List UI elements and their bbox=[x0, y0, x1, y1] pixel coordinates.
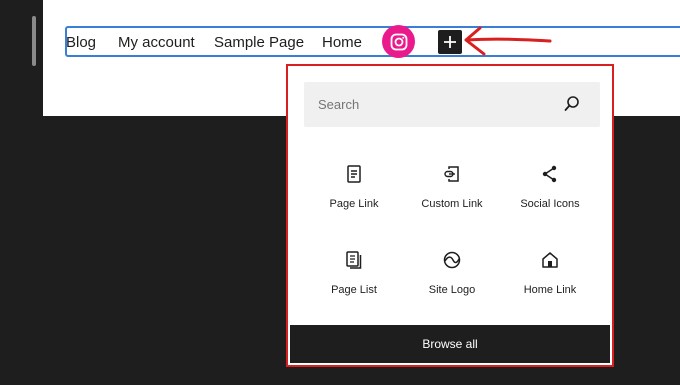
block-social-icons[interactable]: Social Icons bbox=[500, 156, 600, 236]
home-icon bbox=[542, 252, 558, 268]
search-icon[interactable] bbox=[564, 95, 580, 113]
block-label: Page List bbox=[331, 284, 377, 296]
nav-link-blog[interactable]: Blog bbox=[66, 34, 96, 51]
block-label: Social Icons bbox=[520, 198, 580, 210]
nav-link-home[interactable]: Home bbox=[322, 34, 362, 51]
inserter-panel: Page Link Custom Link Social Icons bbox=[290, 68, 610, 363]
share-icon bbox=[542, 165, 557, 183]
page-list-icon bbox=[346, 251, 362, 269]
block-label: Custom Link bbox=[421, 198, 483, 210]
red-arrow-annotation bbox=[464, 26, 552, 56]
instagram-icon bbox=[390, 33, 407, 50]
instagram-social-button[interactable] bbox=[382, 25, 415, 58]
block-custom-link[interactable]: Custom Link bbox=[402, 156, 502, 236]
browse-all-button[interactable]: Browse all bbox=[290, 325, 610, 363]
page-icon bbox=[347, 165, 361, 183]
nav-link-sample-page[interactable]: Sample Page bbox=[214, 34, 304, 51]
custom-link-icon bbox=[444, 166, 459, 182]
block-home-link[interactable]: Home Link bbox=[500, 242, 600, 322]
block-label: Home Link bbox=[523, 284, 577, 296]
block-page-list[interactable]: Page List bbox=[304, 242, 404, 322]
plus-icon bbox=[444, 36, 456, 48]
nav-link-my-account[interactable]: My account bbox=[118, 34, 195, 51]
block-page-link[interactable]: Page Link bbox=[304, 156, 404, 236]
block-label: Page Link bbox=[329, 198, 379, 210]
block-inserter-popover: Page Link Custom Link Social Icons bbox=[286, 64, 614, 367]
block-site-logo[interactable]: Site Logo bbox=[402, 242, 502, 322]
add-block-button[interactable] bbox=[438, 30, 462, 54]
search-box bbox=[304, 82, 600, 127]
scrollbar-handle[interactable] bbox=[32, 16, 36, 66]
search-input[interactable] bbox=[304, 82, 554, 127]
site-logo-icon bbox=[443, 251, 461, 269]
block-label: Site Logo bbox=[428, 284, 476, 296]
